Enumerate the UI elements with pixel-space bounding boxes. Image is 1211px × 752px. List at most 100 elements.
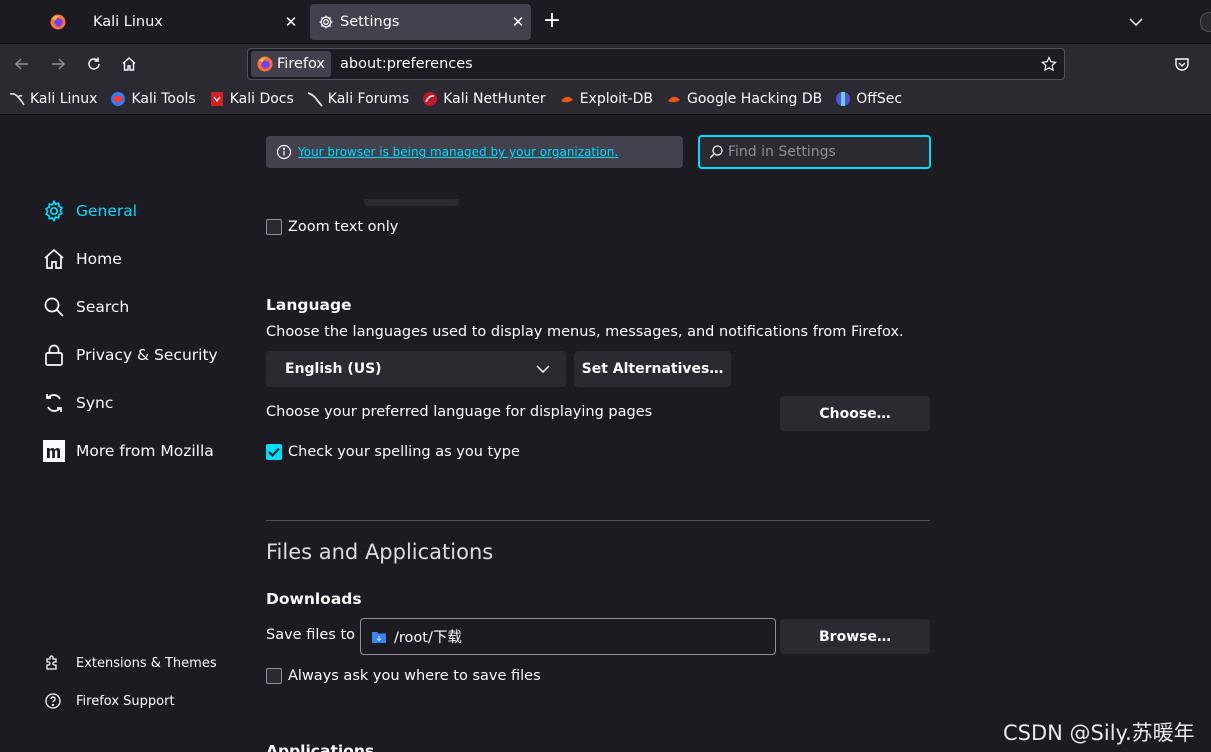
category-home[interactable]: Home [42,243,122,275]
kali-tools-icon [110,91,126,107]
url-text[interactable]: about:preferences [340,56,1034,72]
section-divider [266,520,930,521]
bookmark-offsec[interactable]: OffSec [835,91,902,107]
kali-forums-icon [307,91,323,107]
checkbox-label: Zoom text only [288,219,399,235]
chevron-down-icon[interactable] [1124,11,1148,33]
tab-label: Kali Linux [93,14,163,30]
bookmark-label: Google Hacking DB [686,91,823,107]
extensions-themes-link[interactable]: Extensions & Themes [44,654,217,672]
policies-link[interactable]: Your browser is being managed by your or… [298,145,618,159]
browse-button[interactable]: Browse… [780,619,930,654]
checkbox-label: Check your spelling as you type [288,444,520,460]
zoom-select-edge [364,199,459,206]
bookmark-kali-forums[interactable]: Kali Forums [307,91,409,107]
tab-close-icon[interactable]: ✕ [278,13,304,31]
footer-link-label: Extensions & Themes [76,655,217,671]
download-path: /root/下载 [394,630,462,646]
checkbox[interactable] [266,444,282,460]
settings-search[interactable] [698,135,931,169]
spellcheck-checkbox[interactable]: Check your spelling as you type [266,444,520,460]
home-icon[interactable] [117,52,141,76]
category-label: General [76,202,138,220]
tab-close-icon[interactable]: ✕ [505,13,531,31]
category-search[interactable]: Search [42,291,129,323]
category-general[interactable]: General [42,195,137,227]
always-ask-checkbox[interactable]: Always ask you where to save files [266,668,541,684]
firefox-view-icon[interactable] [46,10,70,34]
search-icon [709,145,723,159]
bookmark-google-hacking-db[interactable]: Google Hacking DB [666,91,822,107]
folder-icon [372,631,386,643]
category-privacy[interactable]: Privacy & Security [42,339,218,371]
bookmark-label: Kali Forums [327,91,410,107]
exploit-db-icon [559,91,575,107]
selected-language: English (US) [285,361,382,377]
bookmark-label: Kali Tools [131,91,196,107]
identity-label: Firefox [277,56,325,72]
window-control[interactable] [1200,12,1211,32]
new-tab-button[interactable]: + [540,10,564,34]
tab-label: Settings [340,14,400,30]
choose-button[interactable]: Choose… [780,396,930,431]
bookmark-kali-linux[interactable]: Kali Linux [9,91,97,107]
pocket-icon[interactable] [1170,52,1194,76]
checkbox[interactable] [266,219,282,235]
search-icon [44,297,64,317]
settings-sidebar: General Home Search Privacy & Security S… [0,116,240,752]
identity-box[interactable]: Firefox [251,51,331,77]
downloads-heading: Downloads [266,590,362,608]
mozilla-icon [43,440,65,462]
help-icon [45,693,61,709]
policies-notice: Your browser is being managed by your or… [266,136,683,168]
forward-arrow-icon[interactable] [46,52,70,76]
chevron-down-icon [536,365,550,373]
bookmark-label: OffSec [856,91,903,107]
bookmark-kali-nethunter[interactable]: Kali NetHunter [422,91,546,107]
home-icon [44,248,64,269]
firefox-support-link[interactable]: Firefox Support [44,692,175,710]
category-label: Privacy & Security [76,346,218,364]
category-label: Search [76,298,130,316]
bookmark-kali-docs[interactable]: Kali Docs [209,91,294,107]
save-files-label: Save files to [266,627,356,643]
info-icon [276,144,292,160]
ghdb-icon [666,91,682,107]
gear-icon [45,199,63,223]
lock-icon [45,344,63,366]
language-description: Choose the languages used to display men… [266,324,904,340]
reload-icon[interactable] [82,52,106,76]
bookmark-kali-tools[interactable]: Kali Tools [110,91,196,107]
nethunter-icon [422,91,438,107]
bookmarks-toolbar: Kali Linux Kali Tools Kali Docs Kali For… [0,84,1211,115]
offsec-icon [835,91,851,107]
download-folder-field[interactable]: /root/下载 [360,618,776,655]
language-heading: Language [266,296,352,314]
bookmark-label: Kali NetHunter [443,91,546,107]
search-input[interactable] [728,144,923,160]
set-alternatives-button[interactable]: Set Alternatives… [574,351,731,387]
category-label: Home [76,250,122,268]
category-sync[interactable]: Sync [42,387,113,419]
bookmark-label: Exploit-DB [579,91,653,107]
language-select[interactable]: English (US) [266,351,566,387]
back-arrow-icon[interactable] [10,52,34,76]
kali-docs-icon [209,91,225,107]
zoom-text-only-checkbox[interactable]: Zoom text only [266,219,398,235]
page-language-label: Choose your preferred language for displ… [266,404,653,420]
watermark: CSDN @Sily.苏暖年 [1003,721,1195,745]
tab-settings[interactable]: Settings ✕ [310,4,531,40]
sync-icon [46,394,62,412]
firefox-logo-icon [257,56,273,72]
bookmark-label: Kali Docs [229,91,294,107]
url-bar[interactable]: Firefox about:preferences [247,48,1065,80]
puzzle-piece-icon [46,655,57,670]
checkbox[interactable] [266,668,282,684]
bookmark-label: Kali Linux [30,91,98,107]
bookmark-exploit-db[interactable]: Exploit-DB [559,91,653,107]
category-more-from-mozilla[interactable]: More from Mozilla [42,435,214,467]
files-applications-title: Files and Applications [266,540,494,564]
tab-kali-linux[interactable]: Kali Linux ✕ [80,4,304,40]
bookmark-star-icon[interactable] [1034,56,1064,72]
checkbox-label: Always ask you where to save files [288,668,541,684]
